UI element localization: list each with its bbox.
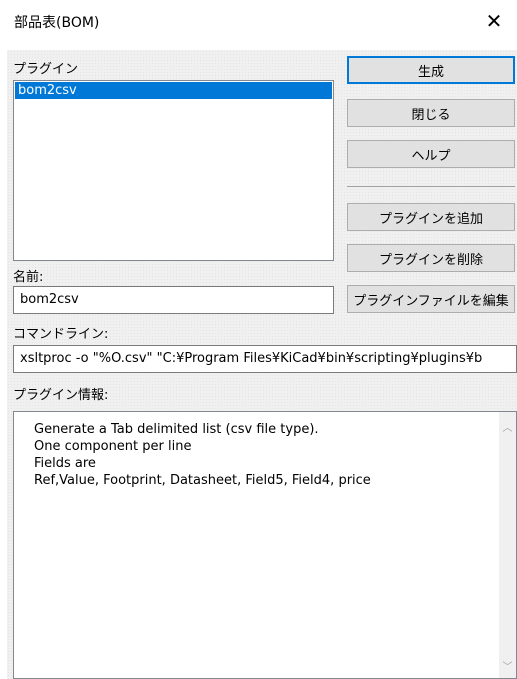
add-plugin-button[interactable]: プラグインを追加 <box>347 203 515 231</box>
info-line: Fields are <box>34 456 96 471</box>
remove-plugin-button[interactable]: プラグインを削除 <box>347 244 515 272</box>
chevron-up-icon[interactable]: ︿ <box>499 418 516 435</box>
info-scrollbar[interactable]: ︿ ﹀ <box>499 412 516 678</box>
command-line-field[interactable]: xsltproc -o "%O.csv" "C:¥Program Files¥K… <box>13 345 517 373</box>
close-button[interactable]: 閉じる <box>347 99 515 127</box>
info-line: Ref,Value, Footprint, Datasheet, Field5,… <box>34 473 371 488</box>
info-line: Generate a Tab delimited list (csv file … <box>34 422 319 437</box>
info-line: One component per line <box>34 439 192 454</box>
plugin-list-item[interactable]: bom2csv <box>15 82 332 99</box>
title-bar: 部品表(BOM) ✕ <box>0 0 517 42</box>
button-divider <box>347 186 515 187</box>
name-label: 名前: <box>13 270 44 285</box>
command-line-label: コマンドライン: <box>13 327 109 342</box>
window-title: 部品表(BOM) <box>14 15 100 31</box>
plugin-list[interactable]: bom2csv <box>13 80 334 261</box>
chevron-down-icon[interactable]: ﹀ <box>499 657 516 674</box>
plugin-list-label: プラグイン <box>13 62 79 77</box>
plugin-info-label: プラグイン情報: <box>13 388 109 403</box>
plugin-info-text: Generate a Tab delimited list (csv file … <box>34 421 371 489</box>
generate-button[interactable]: 生成 <box>347 56 515 84</box>
help-button[interactable]: ヘルプ <box>347 140 515 168</box>
plugin-info-box[interactable]: Generate a Tab delimited list (csv file … <box>13 411 517 679</box>
edit-plugin-file-button[interactable]: プラグインファイルを編集 <box>347 285 515 313</box>
name-field[interactable]: bom2csv <box>13 286 334 314</box>
close-icon[interactable]: ✕ <box>471 0 517 42</box>
